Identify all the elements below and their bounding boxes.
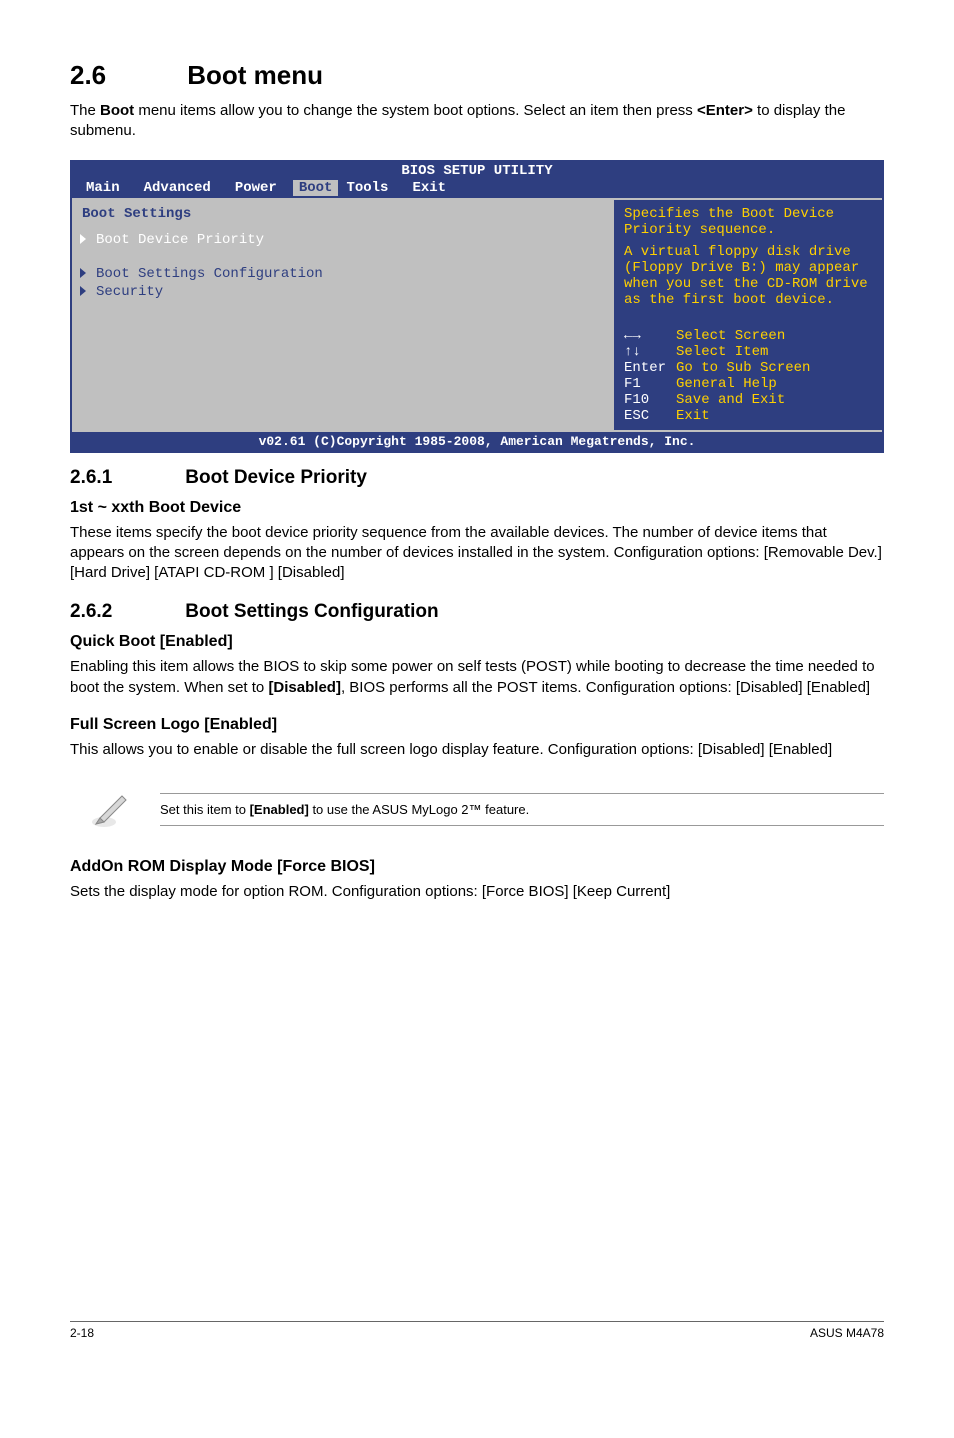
triangle-icon [80,234,86,244]
bios-item-boot-device-priority: Boot Device Priority [82,232,602,248]
bios-menu-main: Main [78,180,136,196]
bios-title: BIOS SETUP UTILITY [72,162,882,180]
bios-menu-power: Power [227,180,293,196]
option-heading: Full Screen Logo [Enabled] [70,716,884,734]
legend-key: ESC [624,408,676,424]
legend-key: Enter [624,360,676,376]
triangle-icon [80,268,86,278]
arrows-vertical-icon: ↑↓ [624,344,676,360]
subsection-heading: 2.6.1 Boot Device Priority [70,467,884,489]
bold-term: [Enabled] [250,802,309,817]
bios-item-label: Security [96,284,163,300]
bios-menu-tools: Tools [338,180,404,196]
bios-help-extra: A virtual floppy disk drive (Floppy Driv… [624,244,872,308]
text: Set this item to [160,802,250,817]
legend-label: Save and Exit [676,392,785,408]
intro-paragraph: The Boot menu items allow you to change … [70,101,884,142]
subsection-heading: 2.6.2 Boot Settings Configuration [70,601,884,623]
bold-term: <Enter> [697,102,753,119]
legend-label: Select Item [676,344,768,360]
text: The [70,102,100,119]
bios-item-label: Boot Device Priority [96,232,264,248]
bios-screenshot: BIOS SETUP UTILITY Main Advanced Power B… [70,160,884,453]
bios-menu-advanced: Advanced [136,180,227,196]
option-description: These items specify the boot device prio… [70,523,884,584]
bios-item-boot-settings-configuration: Boot Settings Configuration [82,266,602,282]
legend-key: F10 [624,392,676,408]
section-number: 2.6 [70,60,106,90]
bios-left-panel: Boot Settings Boot Device Priority Boot … [72,200,612,430]
subsection-number: 2.6.2 [70,601,112,622]
subsection-number: 2.6.1 [70,467,112,488]
section-title: Boot menu [187,60,323,90]
legend-label: Exit [676,408,710,424]
bios-legend: ←→Select Screen ↑↓Select Item EnterGo to… [624,328,872,424]
bios-menu-exit: Exit [404,180,462,196]
subsection-title: Boot Device Priority [185,467,367,488]
arrows-horizontal-icon: ←→ [624,328,676,344]
note-callout: Set this item to [Enabled] to use the AS… [70,778,884,840]
note-text: Set this item to [Enabled] to use the AS… [160,793,884,826]
legend-label: Select Screen [676,328,785,344]
triangle-icon [80,286,86,296]
page-footer: 2-18 ASUS M4A78 [70,1321,884,1340]
text: menu items allow you to change the syste… [134,102,697,119]
pencil-icon [90,788,132,830]
option-description: Enabling this item allows the BIOS to sk… [70,657,884,698]
option-description: This allows you to enable or disable the… [70,740,884,760]
bios-item-security: Security [82,284,602,300]
legend-label: Go to Sub Screen [676,360,810,376]
bios-footer: v02.61 (C)Copyright 1985-2008, American … [72,430,882,451]
product-name: ASUS M4A78 [810,1326,884,1340]
subsection-title: Boot Settings Configuration [185,601,438,622]
bios-menu-bar: Main Advanced Power Boot Tools Exit [72,180,882,198]
option-heading: Quick Boot [Enabled] [70,633,884,651]
legend-label: General Help [676,376,777,392]
section-heading: 2.6 Boot menu [70,60,884,91]
bold-term: Boot [100,102,134,119]
page-number: 2-18 [70,1326,94,1340]
option-heading: 1st ~ xxth Boot Device [70,499,884,517]
text: , BIOS performs all the POST items. Conf… [341,679,870,696]
text: to use the ASUS MyLogo 2™ feature. [309,802,529,817]
option-heading: AddOn ROM Display Mode [Force BIOS] [70,858,884,876]
bios-left-heading: Boot Settings [82,206,602,222]
bold-term: [Disabled] [268,679,341,696]
legend-key: F1 [624,376,676,392]
bios-help-top: Specifies the Boot Device Priority seque… [624,206,872,238]
bios-item-label: Boot Settings Configuration [96,266,323,282]
bios-menu-boot: Boot [293,180,339,196]
bios-right-panel: Specifies the Boot Device Priority seque… [612,200,882,430]
option-description: Sets the display mode for option ROM. Co… [70,882,884,902]
